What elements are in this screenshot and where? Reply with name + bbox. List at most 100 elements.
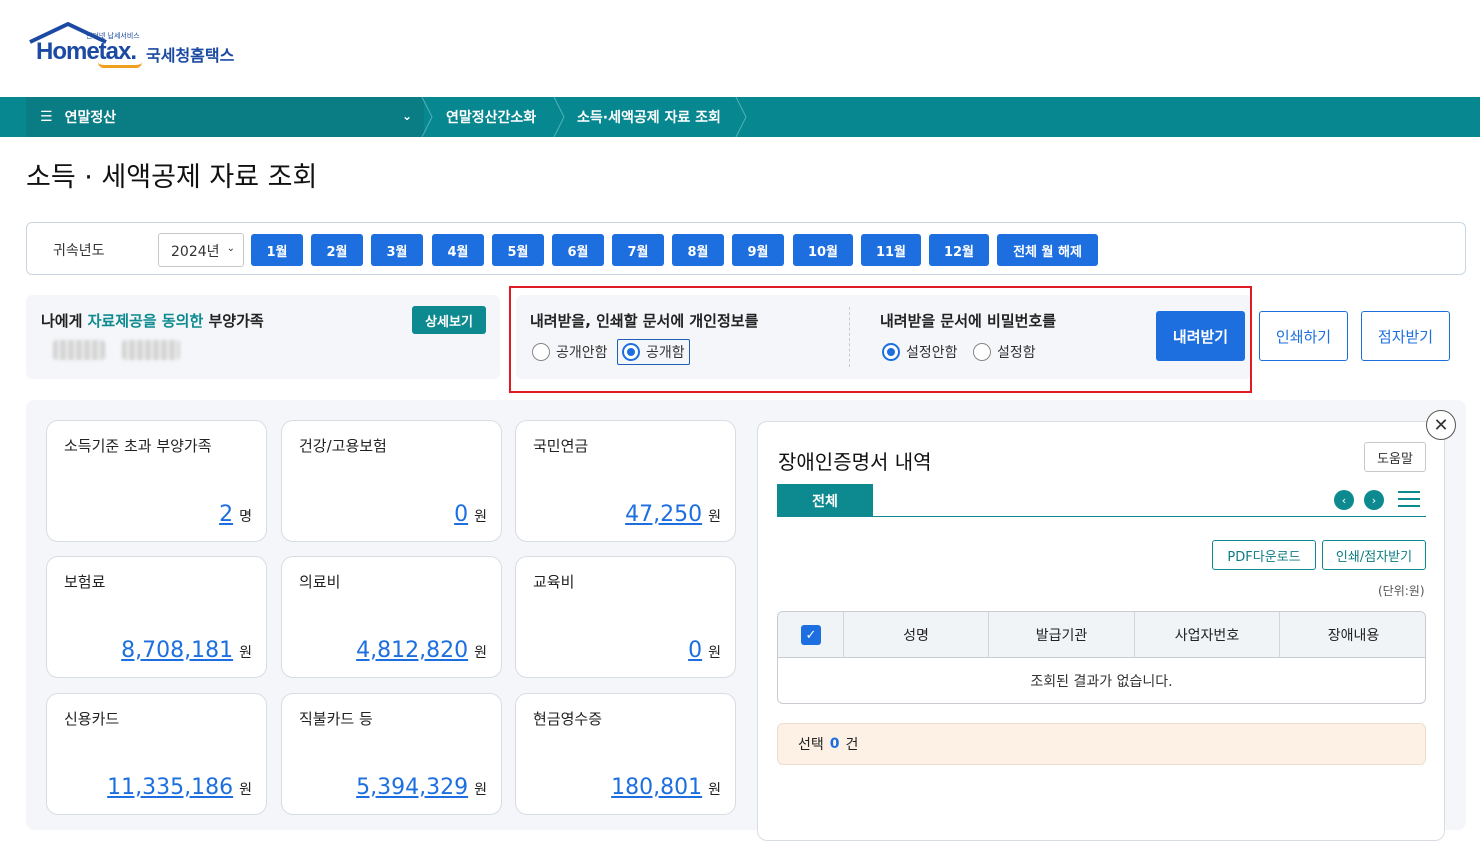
card-unit: 원 xyxy=(239,645,252,661)
card-title: 교육비 xyxy=(533,573,575,591)
month-button-4[interactable]: 4월 xyxy=(432,234,484,266)
card-unit: 원 xyxy=(708,509,721,525)
column-header-name: 성명 xyxy=(843,612,988,658)
card-amount-link[interactable]: 5,394,329 xyxy=(356,775,468,800)
card-value: 11,335,186 원 xyxy=(107,775,252,800)
chevron-down-icon: ⌄ xyxy=(401,109,412,123)
breadcrumb-separator-icon xyxy=(421,97,433,137)
card-unit: 명 xyxy=(239,509,252,525)
selection-label: 선택 xyxy=(798,737,824,753)
card-unit: 원 xyxy=(474,645,487,661)
table-header: ✓ 성명 발급기관 사업자번호 장애내용 xyxy=(778,612,1425,658)
empty-result-message: 조회된 결과가 없습니다. xyxy=(1030,674,1173,690)
card-amount-link[interactable]: 0 xyxy=(454,502,468,527)
hometax-logo[interactable]: 인터넷 납세서비스 Hometax. 국세청홈택스 xyxy=(28,22,258,72)
card-amount-link[interactable]: 11,335,186 xyxy=(107,775,233,800)
card-amount-link[interactable]: 2 xyxy=(219,502,233,527)
breadcrumb-separator-icon xyxy=(553,97,565,137)
card-debit-card[interactable]: 직불카드 등 5,394,329 원 xyxy=(281,693,502,815)
card-excess-dependents[interactable]: 소득기준 초과 부양가족 2명 xyxy=(46,420,267,542)
card-value: 5,394,329 원 xyxy=(356,775,487,800)
card-unit: 원 xyxy=(474,782,487,798)
card-amount-link[interactable]: 47,250 xyxy=(625,502,702,527)
card-credit-card[interactable]: 신용카드 11,335,186 원 xyxy=(46,693,267,815)
selection-count-bar: 선택 0 건 xyxy=(777,723,1426,765)
breadcrumb-year-end-simple[interactable]: 연말정산간소화 xyxy=(446,97,536,137)
card-national-pension[interactable]: 국민연금 47,250 원 xyxy=(515,420,736,542)
month-button-6[interactable]: 6월 xyxy=(552,234,604,266)
chevron-left-icon[interactable]: ‹ xyxy=(1334,490,1354,510)
card-title: 신용카드 xyxy=(64,710,120,728)
month-button-7[interactable]: 7월 xyxy=(612,234,664,266)
card-insurance[interactable]: 보험료 8,708,181 원 xyxy=(46,556,267,678)
card-cash-receipt[interactable]: 현금영수증 180,801 원 xyxy=(515,693,736,815)
braille-button[interactable]: 점자받기 xyxy=(1361,311,1450,361)
card-title: 소득기준 초과 부양가족 xyxy=(64,437,212,455)
detail-view-button[interactable]: 상세보기 xyxy=(412,306,486,334)
card-value: 8,708,181 원 xyxy=(121,638,252,663)
card-amount-link[interactable]: 4,812,820 xyxy=(356,638,468,663)
month-button-10[interactable]: 10월 xyxy=(793,234,853,266)
tab-underline xyxy=(777,516,1426,517)
card-value: 0원 xyxy=(454,502,487,527)
dependents-heading-post: 부양가족 xyxy=(203,312,264,330)
month-button-2[interactable]: 2월 xyxy=(311,234,363,266)
nav-menu-dropdown[interactable]: ☰ 연말정산 ⌄ xyxy=(26,97,424,137)
month-button-3[interactable]: 3월 xyxy=(371,234,423,266)
clear-all-months-button[interactable]: 전체 월 해제 xyxy=(997,234,1098,266)
card-amount-link[interactable]: 0 xyxy=(688,638,702,663)
month-button-5[interactable]: 5월 xyxy=(492,234,544,266)
download-button[interactable]: 내려받기 xyxy=(1156,311,1245,361)
card-title: 현금영수증 xyxy=(533,710,603,728)
blurred-dependent-name[interactable] xyxy=(53,340,105,360)
card-title: 직불카드 등 xyxy=(299,710,373,728)
card-value: 2명 xyxy=(219,502,252,527)
selection-unit: 건 xyxy=(845,737,859,753)
chevron-right-icon[interactable]: › xyxy=(1364,490,1384,510)
year-select[interactable]: 2024년 ⌄ xyxy=(158,233,244,267)
logo-korean-name: 국세청홈택스 xyxy=(146,46,235,65)
card-amount-link[interactable]: 8,708,181 xyxy=(121,638,233,663)
tab-all[interactable]: 전체 xyxy=(777,484,873,517)
column-header-disability-details: 장애내용 xyxy=(1279,612,1425,658)
card-unit: 원 xyxy=(708,782,721,798)
close-icon[interactable]: ✕ xyxy=(1426,410,1456,440)
year-select-value: 2024년 xyxy=(171,244,220,260)
card-title: 국민연금 xyxy=(533,437,589,455)
month-button-1[interactable]: 1월 xyxy=(251,234,303,266)
card-unit: 원 xyxy=(239,782,252,798)
card-value: 0원 xyxy=(688,638,721,663)
breadcrumb-separator-icon xyxy=(735,97,747,137)
card-amount-link[interactable]: 180,801 xyxy=(611,775,702,800)
menu-list-icon[interactable] xyxy=(1398,491,1420,509)
month-button-11[interactable]: 11월 xyxy=(861,234,921,266)
month-button-12[interactable]: 12월 xyxy=(929,234,989,266)
disability-certificate-panel: 장애인증명서 내역 도움말 전체 ‹ › PDF다운로드 인쇄/점자받기 (단위… xyxy=(757,421,1445,841)
dependents-heading: 나에게 자료제공을 동의한 부양가족 xyxy=(41,310,264,331)
card-unit: 원 xyxy=(708,645,721,661)
panel-title: 장애인증명서 내역 xyxy=(778,450,932,474)
month-button-9[interactable]: 9월 xyxy=(732,234,784,266)
print-button[interactable]: 인쇄하기 xyxy=(1259,311,1348,361)
card-education[interactable]: 교육비 0원 xyxy=(515,556,736,678)
month-button-8[interactable]: 8월 xyxy=(672,234,724,266)
nav-menu-label: 연말정산 xyxy=(64,110,117,126)
pdf-download-button[interactable]: PDF다운로드 xyxy=(1212,540,1316,570)
print-braille-button[interactable]: 인쇄/점자받기 xyxy=(1322,540,1426,570)
card-title: 건강/고용보험 xyxy=(299,437,387,455)
card-title: 보험료 xyxy=(64,573,106,591)
help-button[interactable]: 도움말 xyxy=(1364,442,1426,472)
select-all-checkbox[interactable]: ✓ xyxy=(801,625,821,645)
hamburger-icon: ☰ xyxy=(40,109,53,125)
logo-swoosh xyxy=(98,62,142,68)
chevron-down-icon: ⌄ xyxy=(226,243,235,254)
dependents-heading-highlight: 자료제공을 동의한 xyxy=(87,312,204,330)
card-medical[interactable]: 의료비 4,812,820 원 xyxy=(281,556,502,678)
unit-label: (단위:원) xyxy=(1378,584,1425,598)
breadcrumb-current-page[interactable]: 소득·세액공제 자료 조회 xyxy=(577,97,721,137)
card-health-employment-insurance[interactable]: 건강/고용보험 0원 xyxy=(281,420,502,542)
year-filter-bar: 귀속년도 2024년 ⌄ 1월 2월 3월 4월 5월 6월 7월 8월 9월 … xyxy=(26,222,1466,275)
blurred-dependent-name[interactable] xyxy=(122,340,180,360)
year-label: 귀속년도 xyxy=(53,243,105,259)
highlight-frame xyxy=(509,286,1252,393)
